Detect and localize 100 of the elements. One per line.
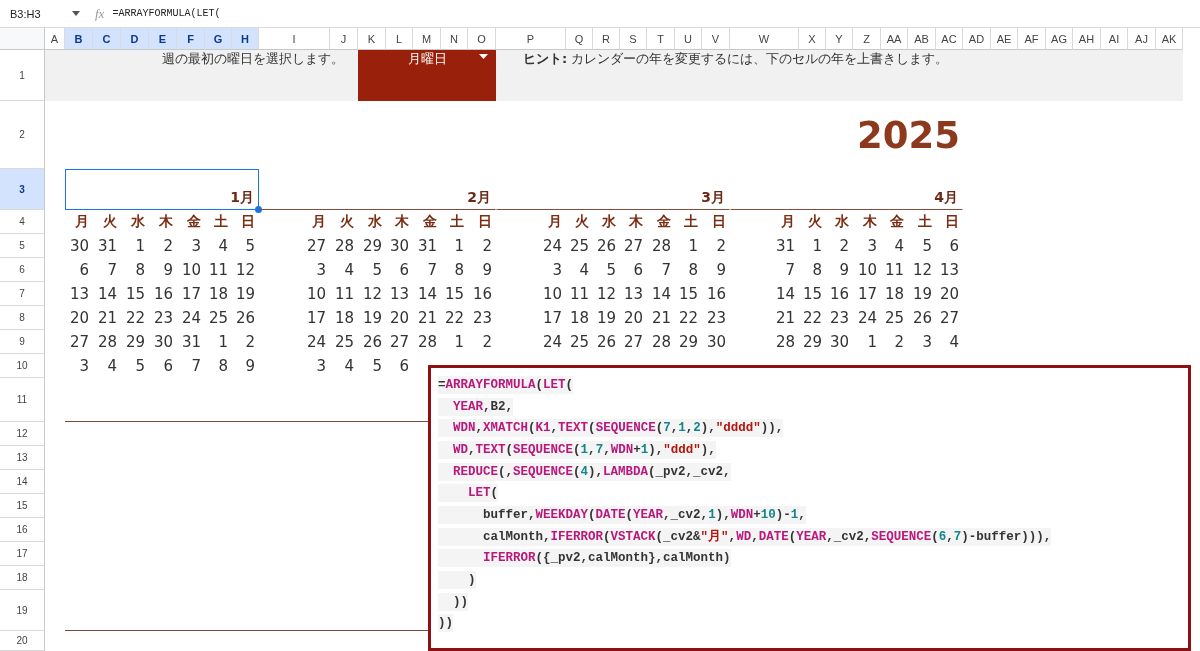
- row-header[interactable]: 7: [0, 282, 45, 306]
- instruction-text: 週の最初の曜日を選択します。: [162, 50, 344, 68]
- column-header[interactable]: N: [441, 28, 468, 50]
- column-header[interactable]: W: [730, 28, 799, 50]
- row-header[interactable]: 3: [0, 169, 45, 210]
- column-header[interactable]: AG: [1046, 28, 1073, 50]
- column-header[interactable]: P: [496, 28, 566, 50]
- day-cell-text: 6: [78, 260, 90, 281]
- column-header[interactable]: Y: [826, 28, 853, 50]
- column-header[interactable]: S: [620, 28, 647, 50]
- column-header[interactable]: F: [177, 28, 205, 50]
- row-header[interactable]: 14: [0, 470, 45, 494]
- day-cell-text: 17: [180, 284, 202, 305]
- column-header[interactable]: H: [232, 28, 259, 50]
- row-header[interactable]: 19: [0, 590, 45, 631]
- weekday-header: 月: [780, 212, 796, 231]
- day-cell-text: 27: [68, 332, 90, 353]
- row-header[interactable]: 8: [0, 306, 45, 330]
- day-cell-text: 11: [207, 260, 229, 281]
- day-cell-text: 6: [398, 356, 410, 377]
- row-header[interactable]: 16: [0, 518, 45, 542]
- day-cell-text: 7: [660, 260, 672, 281]
- column-header[interactable]: AC: [936, 28, 963, 50]
- row-header[interactable]: 5: [0, 234, 45, 258]
- column-header[interactable]: A: [45, 28, 65, 50]
- column-header[interactable]: I: [259, 28, 330, 50]
- day-cell-text: 4: [106, 356, 118, 377]
- column-header[interactable]: K: [358, 28, 386, 50]
- day-cell-text: 5: [921, 236, 933, 257]
- week-start-dropdown[interactable]: 月曜日: [358, 50, 496, 101]
- column-header[interactable]: E: [149, 28, 177, 50]
- row-header[interactable]: 20: [0, 631, 45, 651]
- day-cell-text: 27: [305, 236, 327, 257]
- column-header[interactable]: AD: [963, 28, 991, 50]
- day-cell-text: 6: [398, 260, 410, 281]
- row-header[interactable]: 6: [0, 258, 45, 282]
- column-header[interactable]: B: [65, 28, 93, 50]
- weekday-header: 火: [807, 212, 823, 231]
- day-cell-text: 24: [180, 308, 202, 329]
- column-header[interactable]: O: [468, 28, 496, 50]
- month-label[interactable]: 2月: [259, 169, 496, 210]
- day-cell-text: 14: [96, 284, 118, 305]
- row-header[interactable]: 13: [0, 446, 45, 470]
- weekday-header: 金: [656, 212, 672, 231]
- weekday-header: 金: [422, 212, 438, 231]
- day-cell-text: 31: [96, 236, 118, 257]
- column-header[interactable]: G: [205, 28, 232, 50]
- weekday-header: 月: [547, 212, 563, 231]
- day-cell-text: 28: [333, 236, 355, 257]
- column-header[interactable]: U: [675, 28, 702, 50]
- day-cell-text: 17: [541, 308, 563, 329]
- day-cell-text: 22: [443, 308, 465, 329]
- column-header[interactable]: AB: [908, 28, 936, 50]
- column-header[interactable]: R: [593, 28, 620, 50]
- row-header[interactable]: 12: [0, 422, 45, 446]
- row-header[interactable]: 17: [0, 542, 45, 566]
- year-label[interactable]: 2025: [857, 113, 960, 157]
- day-cell-text: 3: [551, 260, 563, 281]
- column-header[interactable]: Q: [566, 28, 593, 50]
- column-header[interactable]: J: [330, 28, 358, 50]
- caret-icon[interactable]: [72, 11, 80, 16]
- month-label[interactable]: 1月: [65, 169, 259, 210]
- day-cell-text: 20: [622, 308, 644, 329]
- row-header[interactable]: 4: [0, 210, 45, 234]
- row-header[interactable]: 15: [0, 494, 45, 518]
- column-header[interactable]: Z: [853, 28, 881, 50]
- day-cell-text: 2: [715, 236, 727, 257]
- formula-input[interactable]: =ARRAYFORMULA(LET(: [112, 8, 221, 19]
- column-header[interactable]: C: [93, 28, 121, 50]
- day-cell-text: 25: [568, 332, 590, 353]
- column-header[interactable]: L: [386, 28, 413, 50]
- row-header[interactable]: 9: [0, 330, 45, 354]
- day-cell-text: 1: [217, 332, 229, 353]
- column-header[interactable]: AH: [1073, 28, 1101, 50]
- column-header[interactable]: AJ: [1128, 28, 1156, 50]
- day-cell-text: 2: [893, 332, 905, 353]
- row-header[interactable]: 11: [0, 378, 45, 422]
- row-header[interactable]: 10: [0, 354, 45, 378]
- day-cell-text: 7: [784, 260, 796, 281]
- month-label[interactable]: 4月: [730, 169, 963, 210]
- day-cell-text: 29: [801, 332, 823, 353]
- month-label[interactable]: 3月: [496, 169, 730, 210]
- column-header[interactable]: X: [799, 28, 826, 50]
- column-header[interactable]: AE: [991, 28, 1018, 50]
- name-box[interactable]: B3:H3: [0, 7, 70, 20]
- dropdown-caret-icon[interactable]: [479, 54, 488, 59]
- column-header[interactable]: T: [647, 28, 675, 50]
- column-header[interactable]: AK: [1156, 28, 1183, 50]
- column-header[interactable]: V: [702, 28, 730, 50]
- row-header[interactable]: 18: [0, 566, 45, 590]
- column-header[interactable]: AI: [1101, 28, 1128, 50]
- column-header[interactable]: M: [413, 28, 441, 50]
- day-cell-text: 12: [361, 284, 383, 305]
- day-cell-text: 13: [622, 284, 644, 305]
- column-header[interactable]: D: [121, 28, 149, 50]
- day-cell-text: 30: [705, 332, 727, 353]
- day-cell-text: 10: [856, 260, 878, 281]
- column-header[interactable]: AF: [1018, 28, 1046, 50]
- weekday-header: 日: [240, 212, 256, 231]
- column-header[interactable]: AA: [881, 28, 908, 50]
